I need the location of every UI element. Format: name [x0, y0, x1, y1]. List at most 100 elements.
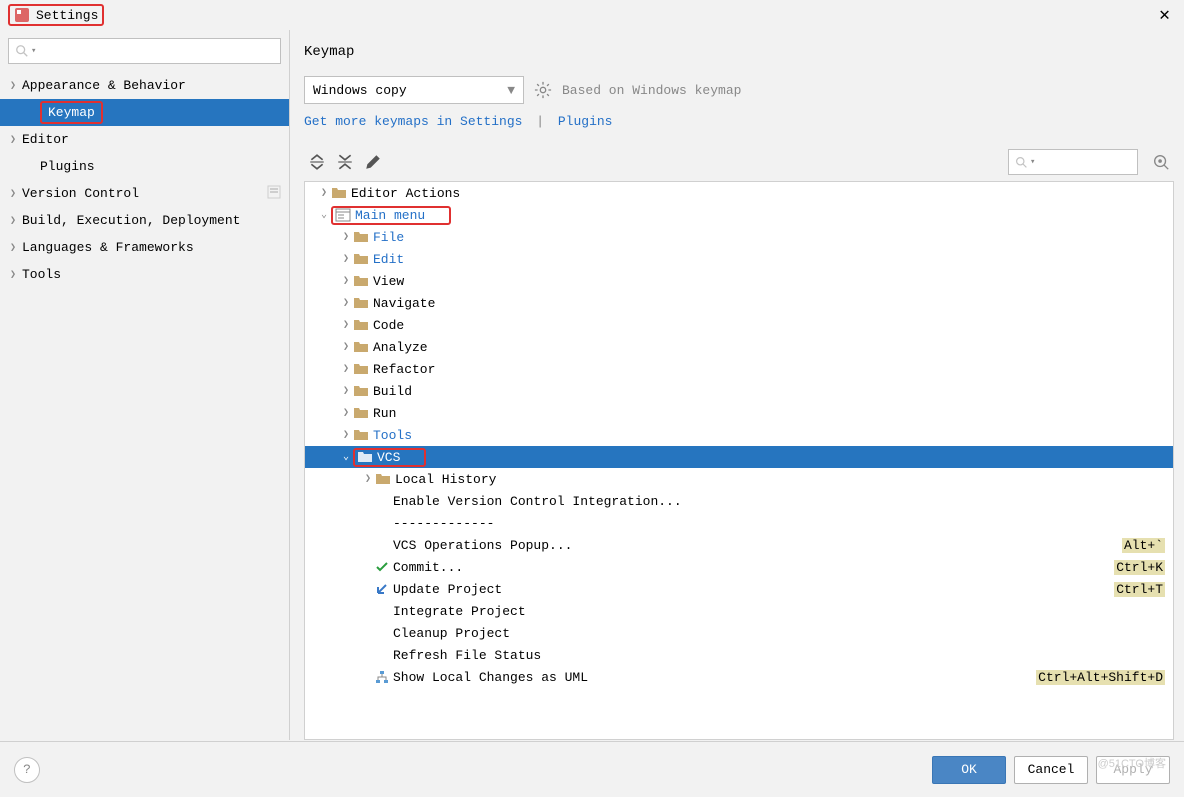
sidebar-item-keymap[interactable]: Keymap — [0, 99, 289, 126]
tree-row[interactable]: ❯Editor Actions — [305, 182, 1173, 204]
tree-row-label: View — [373, 274, 404, 289]
tree-row[interactable]: Update Project Ctrl+T — [305, 578, 1173, 600]
sidebar-item-appearance-behavior[interactable]: ❯Appearance & Behavior — [0, 72, 289, 99]
tree-row[interactable]: ❯ Code — [305, 314, 1173, 336]
sidebar-item-languages-frameworks[interactable]: ❯Languages & Frameworks — [0, 234, 289, 261]
search-icon — [15, 44, 29, 58]
tree-row[interactable]: Refresh File Status — [305, 644, 1173, 666]
gear-icon[interactable] — [534, 81, 552, 99]
chevron-right-icon: ❯ — [339, 275, 353, 287]
keymap-plugins-link-row: Get more keymaps in Settings | Plugins — [304, 114, 1174, 129]
tree-row[interactable]: ❯Local History — [305, 468, 1173, 490]
folder-icon — [353, 318, 369, 332]
tree-row[interactable]: ❯ File — [305, 226, 1173, 248]
tree-row[interactable]: ❯Tools — [305, 424, 1173, 446]
keymap-toolbar: ▾ — [304, 145, 1174, 181]
folder-icon — [331, 186, 347, 200]
shortcut-badge: Ctrl+T — [1114, 582, 1165, 597]
tree-row[interactable]: ❯Refactor — [305, 358, 1173, 380]
keymap-scheme-select[interactable]: Windows copy ▼ — [304, 76, 524, 104]
sidebar-item-version-control[interactable]: ❯Version Control — [0, 180, 289, 207]
tree-row[interactable]: ❯Build — [305, 380, 1173, 402]
sidebar-item-label: Build, Execution, Deployment — [22, 213, 240, 228]
menu-icon — [335, 208, 351, 222]
folder-icon — [357, 450, 373, 464]
find-by-shortcut-icon[interactable] — [1152, 153, 1170, 171]
tree-row[interactable]: Integrate Project — [305, 600, 1173, 622]
help-button[interactable]: ? — [14, 757, 40, 783]
plugins-link[interactable]: Plugins — [558, 114, 613, 129]
folder-icon — [375, 472, 391, 486]
tree-row[interactable]: ❯ View — [305, 270, 1173, 292]
folder-icon — [353, 428, 369, 442]
shortcut-badge: Alt+` — [1122, 538, 1165, 553]
tree-row[interactable]: ❯Run — [305, 402, 1173, 424]
tree-row[interactable]: ⌄VCS — [305, 446, 1173, 468]
expand-all-icon[interactable] — [308, 153, 326, 171]
chevron-right-icon: ❯ — [339, 385, 353, 397]
tree-row-label: Code — [373, 318, 404, 333]
sidebar-item-label: Languages & Frameworks — [22, 240, 194, 255]
edit-icon[interactable] — [364, 153, 382, 171]
tree-row-label: Editor Actions — [351, 186, 460, 201]
cancel-button[interactable]: Cancel — [1014, 756, 1088, 784]
tree-row-label: Show Local Changes as UML — [393, 670, 588, 685]
tree-row[interactable]: ------------- — [305, 512, 1173, 534]
chevron-down-icon: ⌄ — [317, 209, 331, 221]
sidebar-item-tools[interactable]: ❯Tools — [0, 261, 289, 288]
tree-row[interactable]: Commit...Ctrl+K — [305, 556, 1173, 578]
get-more-keymaps-link[interactable]: Get more keymaps in Settings — [304, 114, 522, 129]
sidebar-item-label: Keymap — [40, 105, 103, 120]
tree-row-label: Run — [373, 406, 396, 421]
collapse-all-icon[interactable] — [336, 153, 354, 171]
tree-row-label: Update Project — [393, 582, 502, 597]
apply-button[interactable]: Apply — [1096, 756, 1170, 784]
sidebar-item-editor[interactable]: ❯Editor — [0, 126, 289, 153]
tree-row-label: VCS Operations Popup... — [393, 538, 572, 553]
tree-row-label: Cleanup Project — [393, 626, 510, 641]
folder-icon — [353, 274, 369, 288]
folder-icon — [353, 406, 369, 420]
tree-row-label: File — [373, 230, 404, 245]
action-search-input[interactable]: ▾ — [1008, 149, 1138, 175]
tree-row[interactable]: Enable Version Control Integration... — [305, 490, 1173, 512]
sidebar-search-input[interactable]: ▾ — [8, 38, 281, 64]
chevron-right-icon: ❯ — [10, 215, 20, 227]
window-title: Settings — [36, 8, 98, 23]
tree-row[interactable]: Cleanup Project — [305, 622, 1173, 644]
tree-row-label: VCS — [377, 450, 400, 465]
tree-row[interactable]: ⌄ Main menu — [305, 204, 1173, 226]
titlebar: Settings ✕ — [0, 0, 1184, 30]
chevron-right-icon: ❯ — [339, 231, 353, 243]
tree-row-label: Main menu — [355, 208, 425, 223]
dialog-button-bar: ? OK Cancel Apply — [0, 741, 1184, 797]
sidebar-item-label: Tools — [22, 267, 61, 282]
tree-row[interactable]: ❯Analyze — [305, 336, 1173, 358]
search-icon — [1015, 156, 1028, 169]
sidebar-item-plugins[interactable]: Plugins — [0, 153, 289, 180]
tree-row-label: ------------- — [393, 516, 494, 531]
tree-row-label: Refresh File Status — [393, 648, 541, 663]
tree-row-label: Analyze — [373, 340, 428, 355]
tree-row[interactable]: VCS Operations Popup... Alt+` — [305, 534, 1173, 556]
scheme-value: Windows copy — [313, 83, 507, 98]
folder-icon — [353, 230, 369, 244]
keymap-tree[interactable]: ❯Editor Actions⌄Main menu❯File❯Edit❯View… — [304, 181, 1174, 740]
chevron-right-icon: ❯ — [361, 473, 375, 485]
uml-icon — [375, 670, 389, 684]
update-icon — [375, 582, 389, 596]
tree-row[interactable]: Show Local Changes as UMLCtrl+Alt+Shift+… — [305, 666, 1173, 688]
ok-button[interactable]: OK — [932, 756, 1006, 784]
chevron-right-icon: ❯ — [10, 134, 20, 146]
scheme-hint: Based on Windows keymap — [562, 83, 741, 98]
chevron-down-icon: ▼ — [507, 83, 515, 98]
tree-row[interactable]: ❯Navigate — [305, 292, 1173, 314]
tree-row-label: Integrate Project — [393, 604, 526, 619]
sidebar-item-build-execution-deployment[interactable]: ❯Build, Execution, Deployment — [0, 207, 289, 234]
sidebar-item-label: Appearance & Behavior — [22, 78, 186, 93]
content-panel: Keymap Windows copy ▼ Based on Windows k… — [290, 30, 1184, 740]
close-button[interactable]: ✕ — [1153, 4, 1176, 26]
chevron-right-icon: ❯ — [339, 429, 353, 441]
tree-row[interactable]: ❯Edit — [305, 248, 1173, 270]
chevron-right-icon: ❯ — [339, 319, 353, 331]
